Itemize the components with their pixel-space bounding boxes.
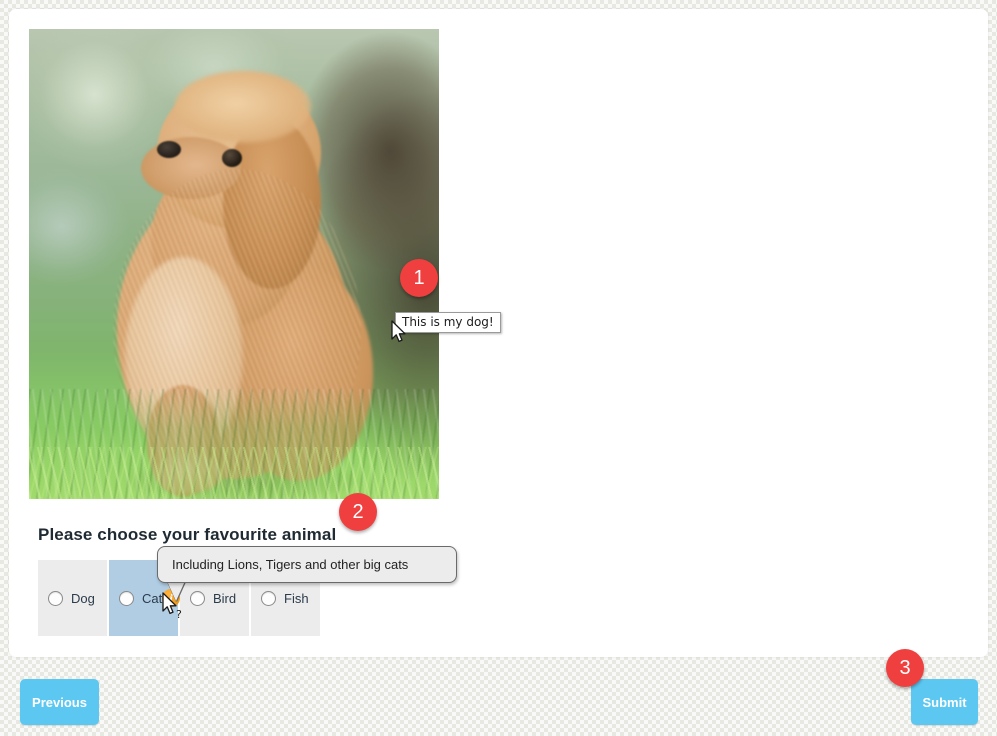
photo-background [29, 29, 439, 499]
help-cursor-question-mark: ? [176, 608, 182, 621]
radio-label-cat: Cat [142, 590, 163, 606]
survey-panel: This is my dog! Please choose your favou… [9, 9, 988, 657]
annotation-badge-2: 2 [339, 493, 377, 531]
info-tooltip: Including Lions, Tigers and other big ca… [157, 546, 457, 583]
radio-input-cat[interactable] [119, 590, 134, 606]
photo-title-tooltip: This is my dog! [395, 312, 501, 333]
submit-button[interactable]: Submit [911, 679, 978, 725]
radio-label-dog: Dog [71, 590, 95, 606]
dog-photo[interactable] [29, 29, 439, 499]
radio-input-dog[interactable] [48, 590, 63, 606]
info-tooltip-pointer [167, 581, 185, 601]
grass-highlights [29, 447, 439, 499]
annotation-badge-1: 1 [400, 259, 438, 297]
question-title: Please choose your favourite animal [38, 525, 337, 544]
annotation-badge-3: 3 [886, 649, 924, 687]
radio-label-bird: Bird [213, 590, 237, 606]
radio-label-fish: Fish [284, 590, 309, 606]
previous-button[interactable]: Previous [20, 679, 99, 725]
radio-input-fish[interactable] [261, 590, 276, 606]
radio-input-bird[interactable] [190, 590, 205, 606]
radio-option-dog[interactable]: Dog [38, 560, 107, 636]
